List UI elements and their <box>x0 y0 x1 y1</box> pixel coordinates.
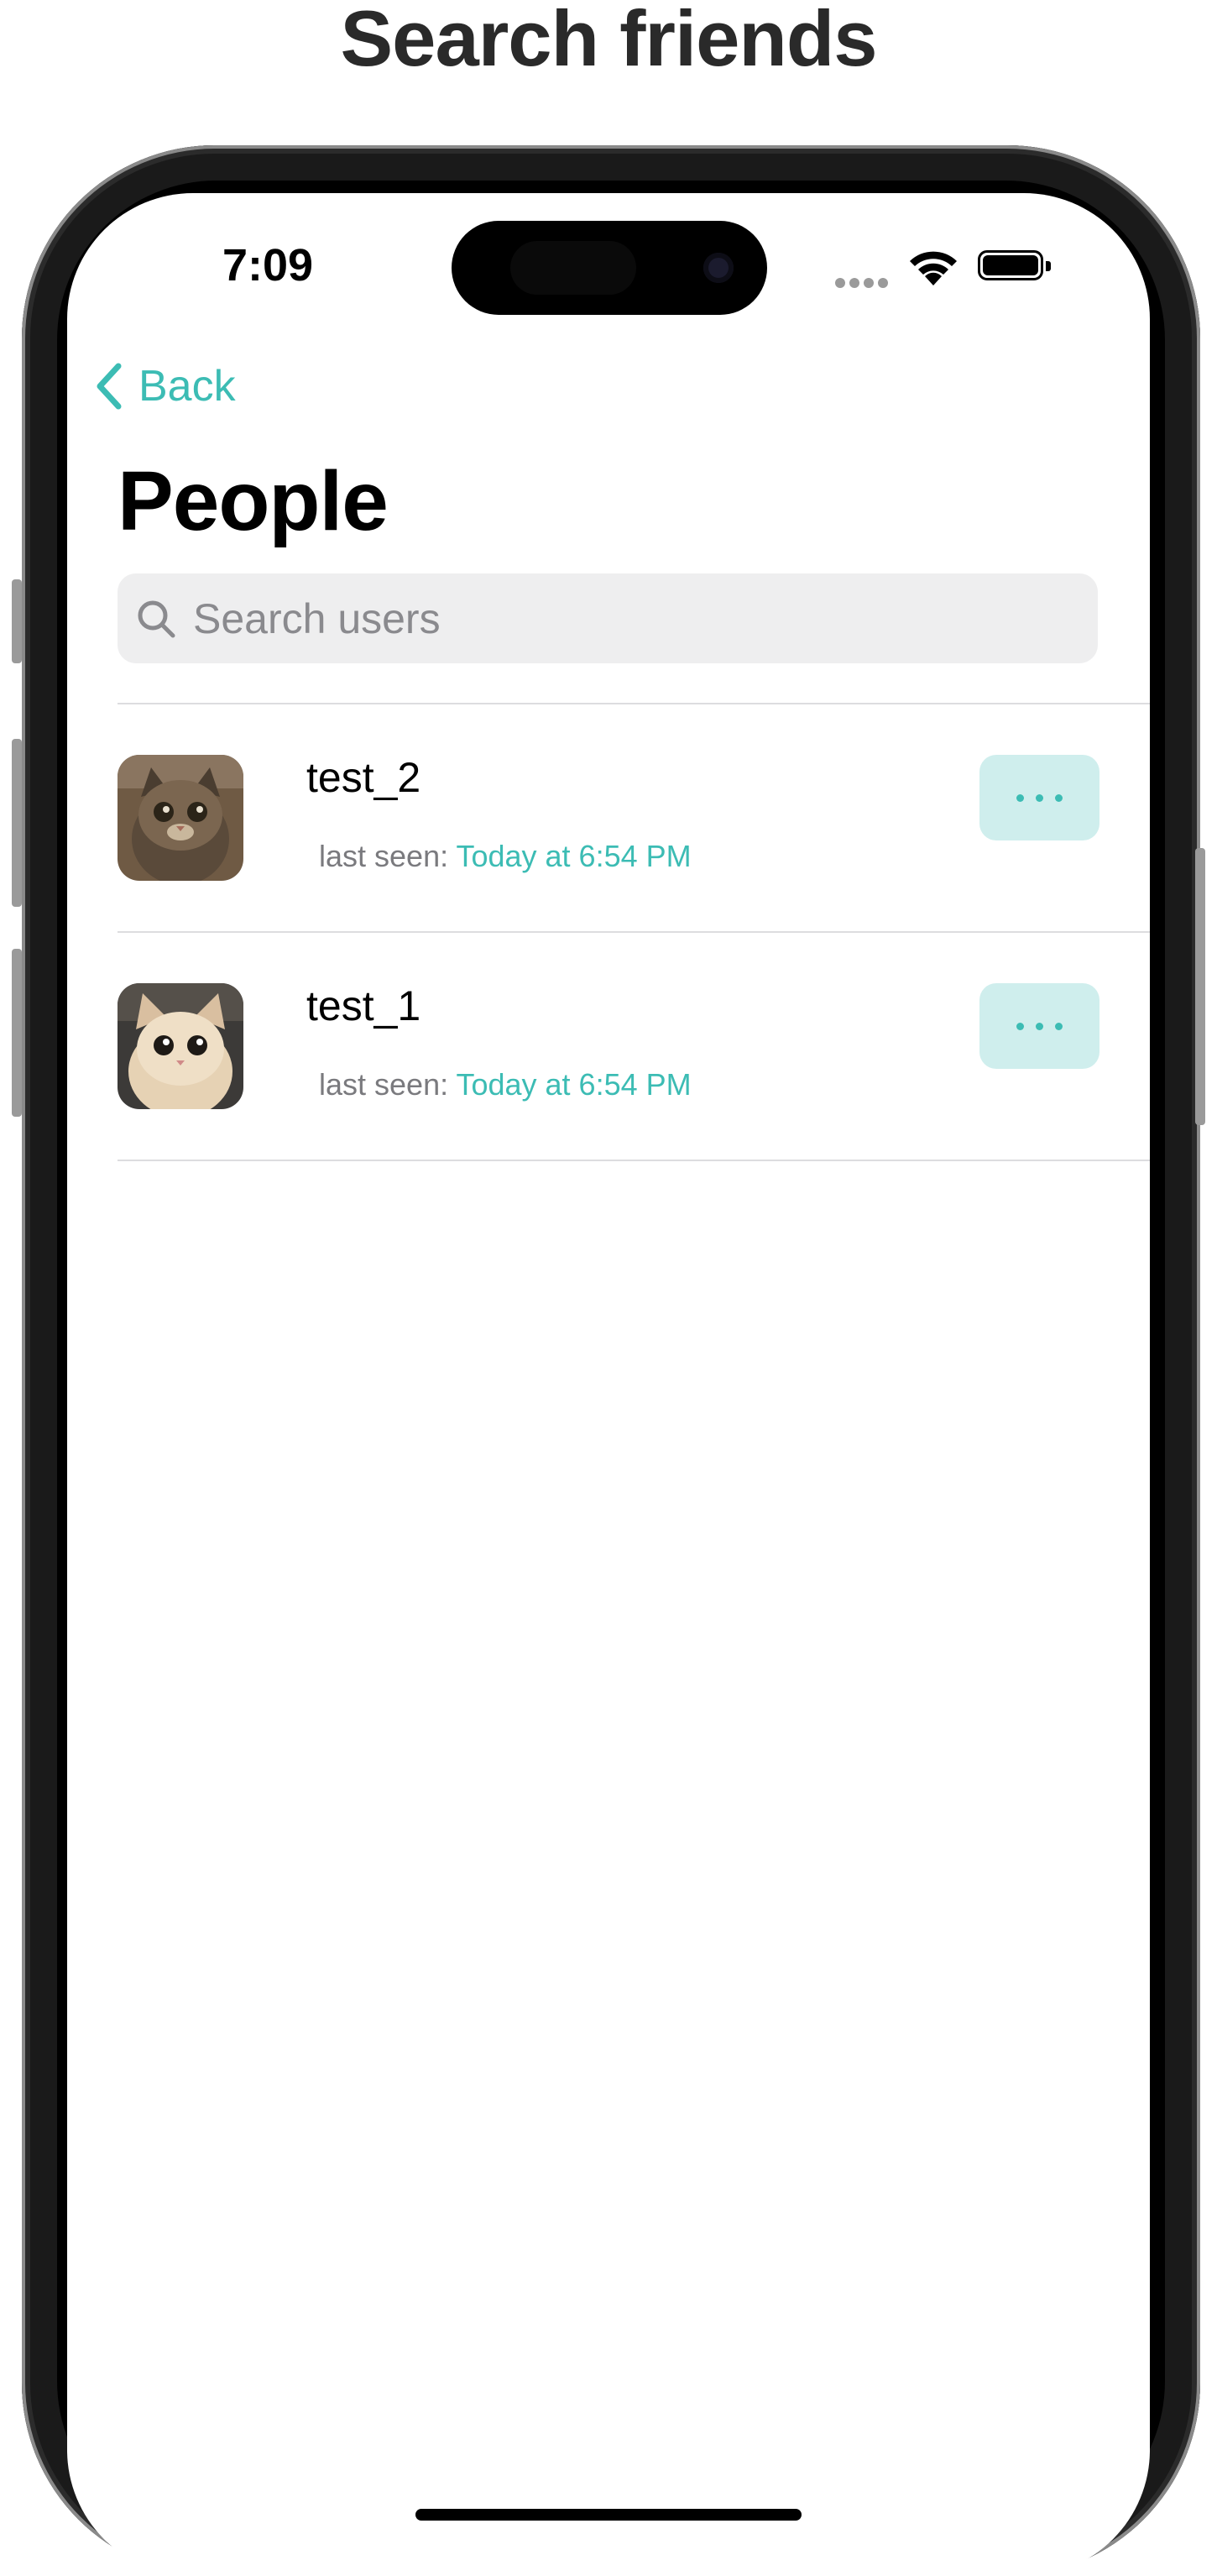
search-bar[interactable] <box>118 573 1098 663</box>
avatar <box>118 755 243 881</box>
side-button-volume-up <box>12 739 22 907</box>
last-seen-label: last seen: <box>319 1067 449 1102</box>
page-title: People <box>118 454 389 548</box>
username: test_1 <box>306 982 421 1029</box>
page-heading: Search friends <box>340 0 877 82</box>
more-options-button[interactable] <box>979 755 1099 840</box>
last-seen-time: Today at 6:54 PM <box>456 1067 692 1102</box>
last-seen: last seen: Today at 6:54 PM <box>319 839 692 874</box>
back-button[interactable]: Back <box>95 357 236 416</box>
ellipsis-icon <box>1016 793 1024 802</box>
divider <box>118 1160 1150 1161</box>
battery-icon <box>978 250 1051 280</box>
search-icon <box>138 600 175 637</box>
ellipsis-icon <box>1055 1022 1063 1030</box>
signal-icon <box>835 277 892 292</box>
home-indicator[interactable] <box>415 2509 802 2521</box>
camera-icon <box>703 253 734 283</box>
chevron-left-icon <box>97 363 122 410</box>
phone-screen: 7:09 Back People Search users test_2 las… <box>67 193 1150 2576</box>
search-input[interactable] <box>191 593 1034 644</box>
avatar <box>118 983 243 1109</box>
last-seen: last seen: Today at 6:54 PM <box>319 1067 692 1102</box>
side-button-volume-down <box>12 949 22 1117</box>
more-options-button[interactable] <box>979 983 1099 1069</box>
dynamic-island <box>452 221 767 315</box>
back-label: Back <box>138 362 236 411</box>
side-button-power <box>1195 848 1205 1125</box>
last-seen-label: last seen: <box>319 839 449 873</box>
username: test_2 <box>306 754 421 801</box>
wifi-icon <box>910 251 957 285</box>
sensor-area <box>510 241 636 295</box>
ellipsis-icon <box>1036 793 1043 802</box>
ellipsis-icon <box>1016 1022 1024 1030</box>
user-row[interactable]: test_2 last seen: Today at 6:54 PM <box>67 704 1150 931</box>
side-button-action <box>12 579 22 663</box>
user-row[interactable]: test_1 last seen: Today at 6:54 PM <box>67 933 1150 1160</box>
ellipsis-icon <box>1036 1022 1043 1030</box>
ellipsis-icon <box>1055 793 1063 802</box>
last-seen-time: Today at 6:54 PM <box>456 839 692 873</box>
status-time: 7:09 <box>222 240 314 291</box>
